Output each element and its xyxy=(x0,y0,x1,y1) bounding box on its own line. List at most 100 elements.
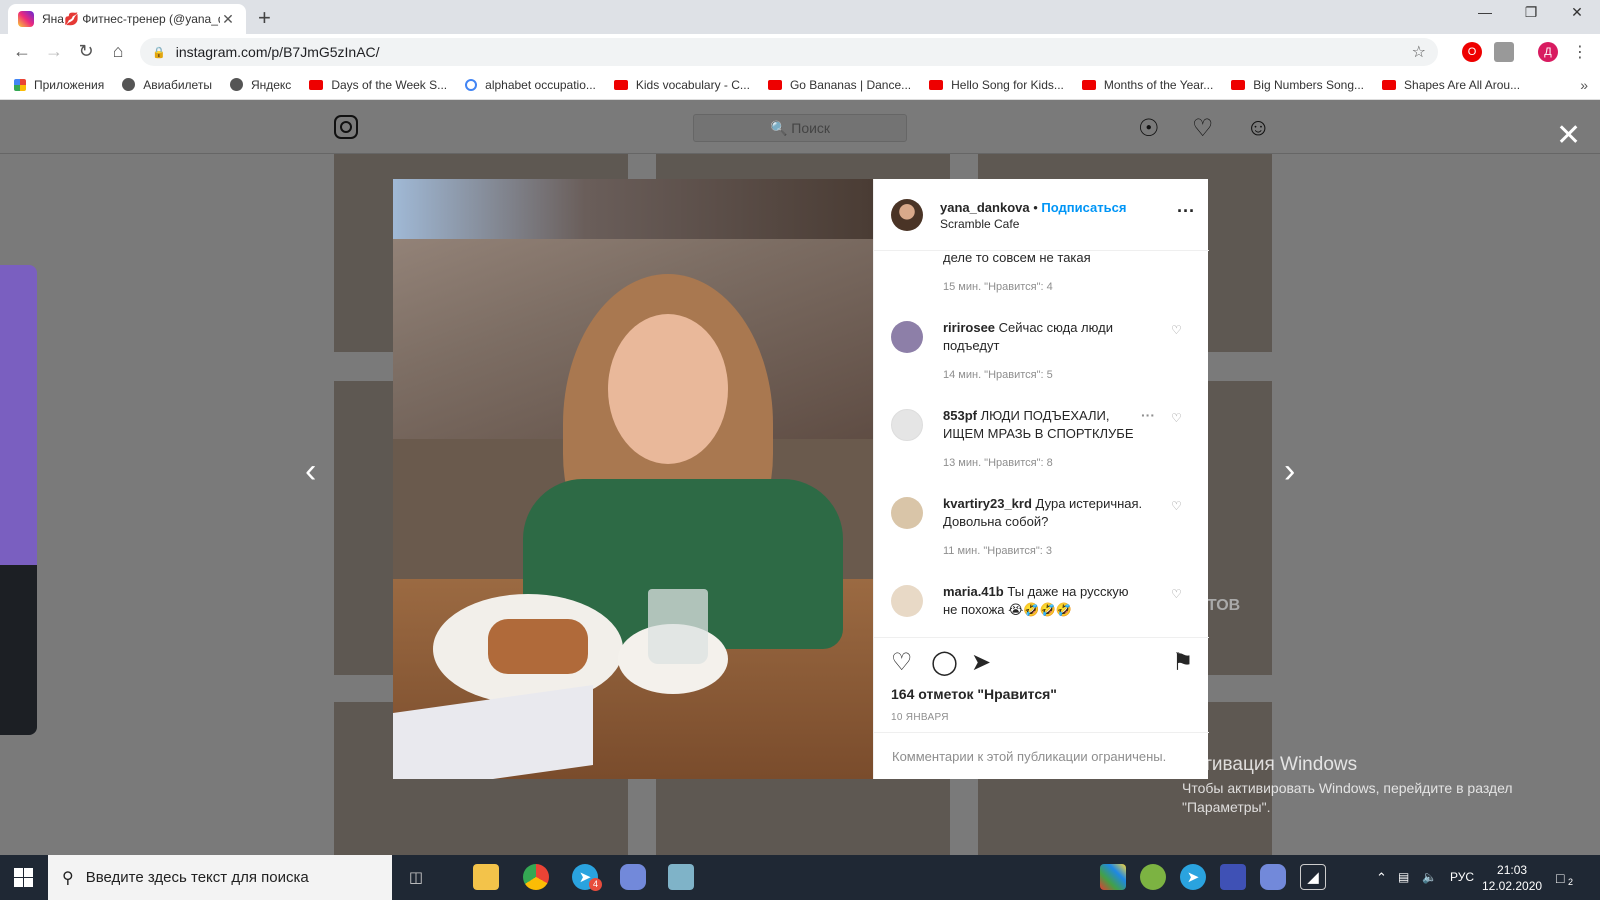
separator-dot: • xyxy=(1033,200,1038,215)
bookmark-item[interactable]: Days of the Week S... xyxy=(309,78,447,92)
like-comment-heart-icon[interactable]: ♡ xyxy=(1171,587,1182,601)
comment-text: ririrosee Сейчас сюда люди подъедут xyxy=(943,319,1143,355)
commenter-username[interactable]: kvartiry23_krd xyxy=(943,496,1032,511)
browser-tab[interactable]: Яна💋 Фитнес-тренер (@yana_d ✕ xyxy=(8,4,246,34)
discord-tray-icon[interactable] xyxy=(1260,864,1286,890)
reload-icon[interactable]: ↻ xyxy=(74,41,98,62)
bookmark-item[interactable]: Приложения xyxy=(14,78,104,92)
clock-date: 12.02.2020 xyxy=(1482,879,1543,893)
instagram-logo-icon[interactable] xyxy=(334,115,358,139)
author-username[interactable]: yana_dankova xyxy=(940,200,1030,215)
commenter-username[interactable]: 853pf xyxy=(943,408,977,423)
explore-compass-icon[interactable]: ☉ xyxy=(1138,114,1160,143)
bookmark-item[interactable]: Яндекс xyxy=(229,77,292,92)
task-view-icon[interactable]: ◫ xyxy=(403,864,429,890)
save-bookmark-icon[interactable]: ⚑ xyxy=(1172,648,1194,677)
like-heart-icon[interactable]: ♡ xyxy=(891,648,913,677)
post-date[interactable]: 10 ЯНВАРЯ xyxy=(891,712,949,723)
bookmark-item[interactable]: Kids vocabulary - C... xyxy=(613,78,750,92)
profile-icon[interactable]: ☺ xyxy=(1246,114,1271,142)
more-bookmarks-chevron-icon[interactable]: » xyxy=(1580,77,1588,93)
commenter-username[interactable]: maria.41b xyxy=(943,584,1004,599)
system-clock[interactable]: 21:03 12.02.2020 xyxy=(1482,862,1542,894)
like-comment-heart-icon[interactable]: ♡ xyxy=(1171,411,1182,425)
activity-heart-icon[interactable]: ♡ xyxy=(1192,114,1214,143)
taskbar-search-input[interactable]: Введите здесь текст для поиска xyxy=(86,869,309,886)
bookmark-label: Days of the Week S... xyxy=(331,77,448,92)
minimize-icon[interactable]: — xyxy=(1462,4,1508,20)
bookmark-star-icon[interactable]: ☆ xyxy=(1412,42,1426,62)
comments-restricted-notice: Комментарии к этой публикации ограничены… xyxy=(874,732,1209,780)
close-modal-icon[interactable]: ✕ xyxy=(1556,118,1581,153)
post-location[interactable]: Scramble Cafe xyxy=(940,217,1019,231)
bookmark-item[interactable]: Hello Song for Kids... xyxy=(929,78,1064,92)
apps-grid-icon xyxy=(14,78,26,91)
home-icon[interactable]: ⌂ xyxy=(106,41,130,62)
like-comment-heart-icon[interactable]: ♡ xyxy=(1171,323,1182,337)
extension-icon[interactable] xyxy=(1494,42,1514,62)
comment-meta: 13 мин. "Нравится": 8 xyxy=(943,457,1053,469)
opera-extension-icon[interactable]: O xyxy=(1462,42,1482,62)
url-text[interactable]: instagram.com/p/B7JmG5zInAC/ xyxy=(176,44,380,60)
post-photo[interactable] xyxy=(393,179,873,779)
file-explorer-icon[interactable] xyxy=(473,864,499,890)
commenter-avatar[interactable] xyxy=(891,585,923,617)
tray-app-icon[interactable] xyxy=(1100,864,1126,890)
profile-avatar[interactable]: Д xyxy=(1538,42,1558,62)
chrome-icon[interactable] xyxy=(523,864,549,890)
windows-start-icon[interactable] xyxy=(14,868,33,887)
tab-close-icon[interactable]: ✕ xyxy=(220,11,236,28)
youtube-icon xyxy=(1081,79,1096,90)
show-hidden-icons-chevron-icon[interactable]: ⌃ xyxy=(1376,870,1387,886)
bookmark-label: Яндекс xyxy=(250,77,292,92)
window-close-icon[interactable]: ✕ xyxy=(1554,4,1600,21)
notifications-icon[interactable]: □ xyxy=(1556,870,1564,886)
comment-options-icon[interactable]: ··· xyxy=(1141,407,1155,423)
android-icon[interactable] xyxy=(1140,864,1166,890)
commenter-avatar[interactable] xyxy=(891,497,923,529)
comment-text: 853pf ЛЮДИ ПОДЪЕХАЛИ, ИЩЕМ МРАЗЬ В СПОРТ… xyxy=(943,407,1138,443)
address-bar[interactable]: 🔒 instagram.com/p/B7JmG5zInAC/ ☆ xyxy=(140,38,1438,66)
discord-icon[interactable] xyxy=(620,864,646,890)
network-app-icon[interactable] xyxy=(1220,864,1246,890)
comment-meta: 11 мин. "Нравится": 3 xyxy=(943,545,1052,557)
bookmark-item[interactable]: alphabet occupatio... xyxy=(465,78,596,92)
more-options-icon[interactable]: ··· xyxy=(1177,201,1195,222)
previous-post-chevron-icon[interactable]: ‹ xyxy=(305,452,316,491)
bookmark-item[interactable]: Go Bananas | Dance... xyxy=(767,77,912,92)
follow-button[interactable]: Подписаться xyxy=(1041,200,1126,215)
likes-count[interactable]: 164 отметок "Нравится" xyxy=(891,686,1057,702)
side-widget-dark xyxy=(0,565,37,735)
comment-bubble-icon[interactable]: ◯ xyxy=(931,648,958,677)
browser-menu-icon[interactable]: ⋮ xyxy=(1570,42,1590,62)
telegram-tray-icon[interactable]: ➤ xyxy=(1180,864,1206,890)
next-post-chevron-icon[interactable]: › xyxy=(1284,452,1295,491)
restore-icon[interactable]: ❐ xyxy=(1508,4,1554,21)
bookmark-item[interactable]: Months of the Year... xyxy=(1081,77,1214,92)
bookmark-item[interactable]: Авиабилеты xyxy=(122,78,212,92)
notepad-icon[interactable] xyxy=(668,864,694,890)
commenter-avatar[interactable] xyxy=(891,409,923,441)
bookmark-item[interactable]: Big Numbers Song... xyxy=(1231,78,1364,92)
taskbar-search[interactable]: ⚲ Введите здесь текст для поиска xyxy=(48,855,392,900)
side-widget xyxy=(0,265,37,565)
new-tab-button[interactable]: + xyxy=(258,5,271,31)
commenter-avatar[interactable] xyxy=(891,321,923,353)
share-send-icon[interactable]: ➤ xyxy=(971,648,991,677)
bookmark-label: alphabet occupatio... xyxy=(485,77,596,92)
language-indicator[interactable]: РУС xyxy=(1450,870,1474,884)
unity-icon[interactable]: ◢ xyxy=(1300,864,1326,890)
author-avatar[interactable] xyxy=(891,199,923,231)
comments-list[interactable]: деле то совсем не такая 15 мин. "Нравитс… xyxy=(874,251,1209,636)
search-input[interactable]: 🔍 Поиск xyxy=(693,114,907,142)
forward-icon[interactable]: → xyxy=(42,41,66,62)
back-icon[interactable]: ← xyxy=(10,41,34,62)
bookmark-label: Months of the Year... xyxy=(1103,77,1214,92)
network-icon[interactable]: ▤ xyxy=(1398,870,1409,884)
bookmark-label: Go Bananas | Dance... xyxy=(789,77,912,92)
bookmark-item[interactable]: Shapes Are All Arou... xyxy=(1382,78,1520,92)
volume-icon[interactable]: 🔈 xyxy=(1422,870,1437,884)
commenter-username[interactable]: ririrosee xyxy=(943,320,995,335)
like-comment-heart-icon[interactable]: ♡ xyxy=(1171,499,1182,513)
watermark-body: Чтобы активировать Windows, перейдите в … xyxy=(1182,780,1513,815)
